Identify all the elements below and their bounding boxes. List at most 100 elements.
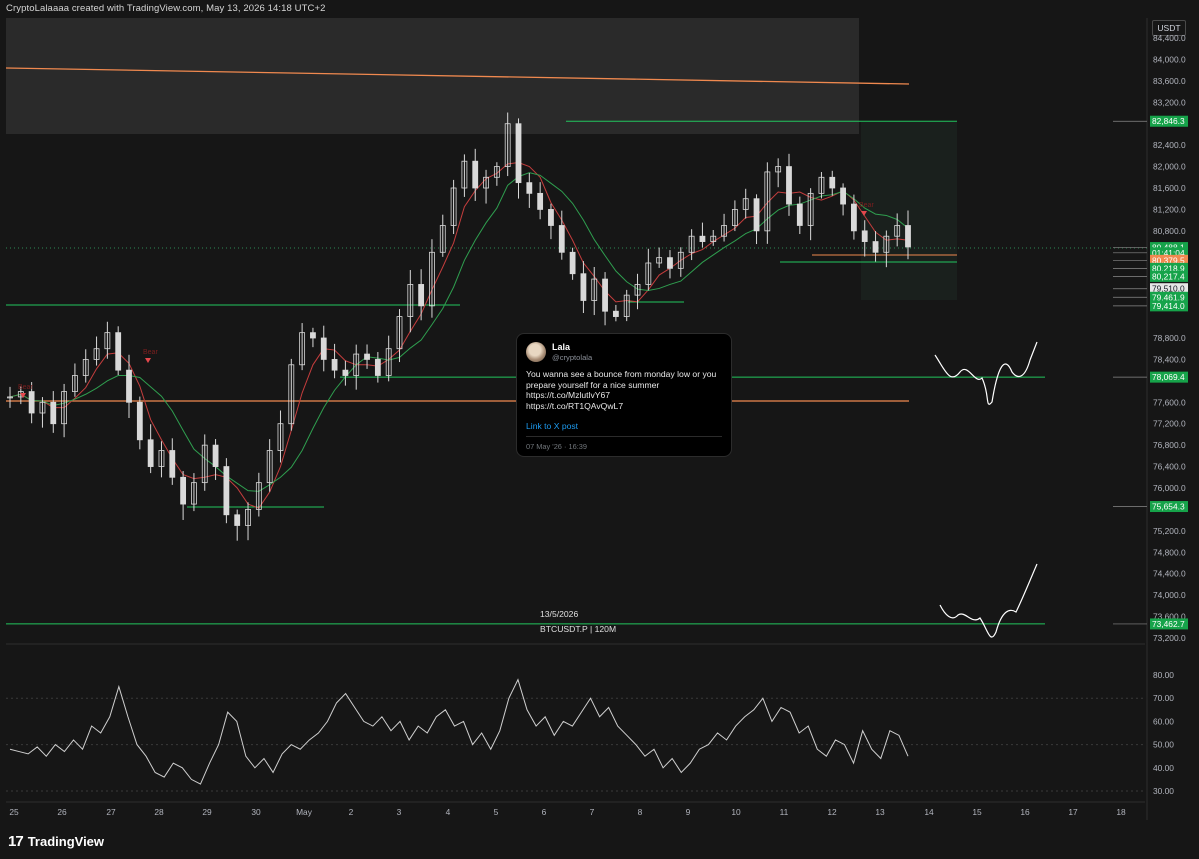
candle xyxy=(526,172,533,208)
candle xyxy=(180,470,187,520)
candle-body xyxy=(180,476,187,505)
candle-body xyxy=(829,176,836,189)
price-tag: 73,462.7 xyxy=(1113,618,1188,630)
candle xyxy=(288,358,295,431)
candle-body xyxy=(223,466,230,516)
candle xyxy=(169,438,176,485)
price-tick-label: 80,800.0 xyxy=(1153,226,1186,236)
price-tick-label: 74,400.0 xyxy=(1153,569,1186,579)
candle-body xyxy=(537,192,544,210)
candle xyxy=(515,118,522,199)
time-tick-label: 11 xyxy=(780,807,789,817)
price-tag-label: 75,654.3 xyxy=(1152,502,1185,512)
tweet-link[interactable]: Link to X post xyxy=(526,421,722,431)
candle xyxy=(764,162,771,244)
candle xyxy=(277,410,284,463)
price-tick-label: 77,600.0 xyxy=(1153,397,1186,407)
rsi-tick-label: 50.00 xyxy=(1153,740,1174,750)
time-tick-label: 8 xyxy=(638,807,643,817)
rsi-tick-label: 70.00 xyxy=(1153,693,1174,703)
candle xyxy=(223,458,230,524)
avatar xyxy=(526,342,546,362)
price-tick-label: 74,000.0 xyxy=(1153,590,1186,600)
candle xyxy=(342,360,349,386)
candle xyxy=(136,396,143,450)
time-tick-label: 10 xyxy=(731,807,741,817)
time-tick-label: 14 xyxy=(924,807,934,817)
price-tick-label: 77,200.0 xyxy=(1153,419,1186,429)
candle-body xyxy=(667,257,673,269)
candle xyxy=(840,183,846,216)
candle-body xyxy=(418,284,425,307)
candle xyxy=(742,188,749,219)
candle xyxy=(461,154,468,197)
price-tag: 78,069.4 xyxy=(1113,371,1188,383)
price-tag: 80,217.4 xyxy=(1113,270,1188,282)
candle-body xyxy=(786,166,792,205)
candle xyxy=(483,169,489,204)
candle xyxy=(623,289,630,322)
time-tick-label: 3 xyxy=(397,807,402,817)
candle xyxy=(634,273,641,310)
candle-body xyxy=(753,198,760,232)
candle xyxy=(645,248,652,291)
price-tick-label: 73,200.0 xyxy=(1153,633,1186,643)
price-tick-label: 74,800.0 xyxy=(1153,547,1186,557)
candle xyxy=(612,304,619,322)
time-tick-label: 12 xyxy=(827,807,837,817)
candle xyxy=(158,441,165,478)
price-tag: 82,846.3 xyxy=(1113,115,1188,127)
slow-ma-line xyxy=(9,172,909,492)
date-label: 13/5/2026 xyxy=(540,609,579,619)
candle xyxy=(829,170,836,196)
tweet-body: You wanna see a bounce from monday low o… xyxy=(526,369,717,411)
time-tick-label: May xyxy=(296,807,313,817)
candle xyxy=(429,239,435,318)
candle xyxy=(667,250,673,279)
time-tick-label: 16 xyxy=(1020,807,1030,817)
candle-body xyxy=(558,225,565,253)
tradingview-logo[interactable]: 17 TradingView xyxy=(8,833,104,850)
time-tick-label: 13 xyxy=(875,807,885,817)
price-tick-label: 83,200.0 xyxy=(1153,97,1186,107)
price-tick-label: 78,800.0 xyxy=(1153,333,1186,343)
price-tag-label: 79,414.0 xyxy=(1152,301,1185,311)
candle-body xyxy=(374,359,381,376)
candle-body xyxy=(548,209,554,226)
candle-body xyxy=(905,225,911,248)
projection-drawing-1 xyxy=(934,341,1038,405)
candle xyxy=(72,363,78,397)
price-tag: 75,654.3 xyxy=(1113,501,1188,513)
candle-body xyxy=(136,401,143,441)
time-tick-label: 7 xyxy=(590,807,595,817)
time-tick-label: 9 xyxy=(686,807,691,817)
price-tick-label: 82,400.0 xyxy=(1153,140,1186,150)
price-tag-label: 80,217.4 xyxy=(1152,271,1185,281)
rsi-tick-label: 80.00 xyxy=(1153,670,1174,680)
candle xyxy=(50,391,57,433)
candle-body xyxy=(872,241,879,253)
candle xyxy=(147,424,154,474)
time-tick-label: 26 xyxy=(57,807,67,817)
candle xyxy=(580,261,587,314)
price-tick-label: 84,000.0 xyxy=(1153,54,1186,64)
candle-body xyxy=(612,310,619,317)
candle xyxy=(93,336,100,366)
candle-body xyxy=(796,203,803,226)
candle xyxy=(450,179,457,234)
candle xyxy=(818,172,825,199)
tweet-card[interactable]: Lala @cryptolala You wanna see a bounce … xyxy=(516,333,732,457)
time-tick-label: 18 xyxy=(1116,807,1126,817)
price-tag-label: 73,462.7 xyxy=(1152,619,1185,629)
time-tick-label: 30 xyxy=(251,807,261,817)
candle-body xyxy=(840,187,846,205)
candle-body xyxy=(115,332,122,371)
candle xyxy=(569,247,576,280)
candle-body xyxy=(147,439,154,467)
price-tick-label: 76,800.0 xyxy=(1153,440,1186,450)
candle xyxy=(721,213,727,242)
candle-body xyxy=(212,444,219,467)
rsi-tick-label: 60.00 xyxy=(1153,716,1174,726)
candle-body xyxy=(526,182,533,194)
candle-body xyxy=(50,401,57,425)
